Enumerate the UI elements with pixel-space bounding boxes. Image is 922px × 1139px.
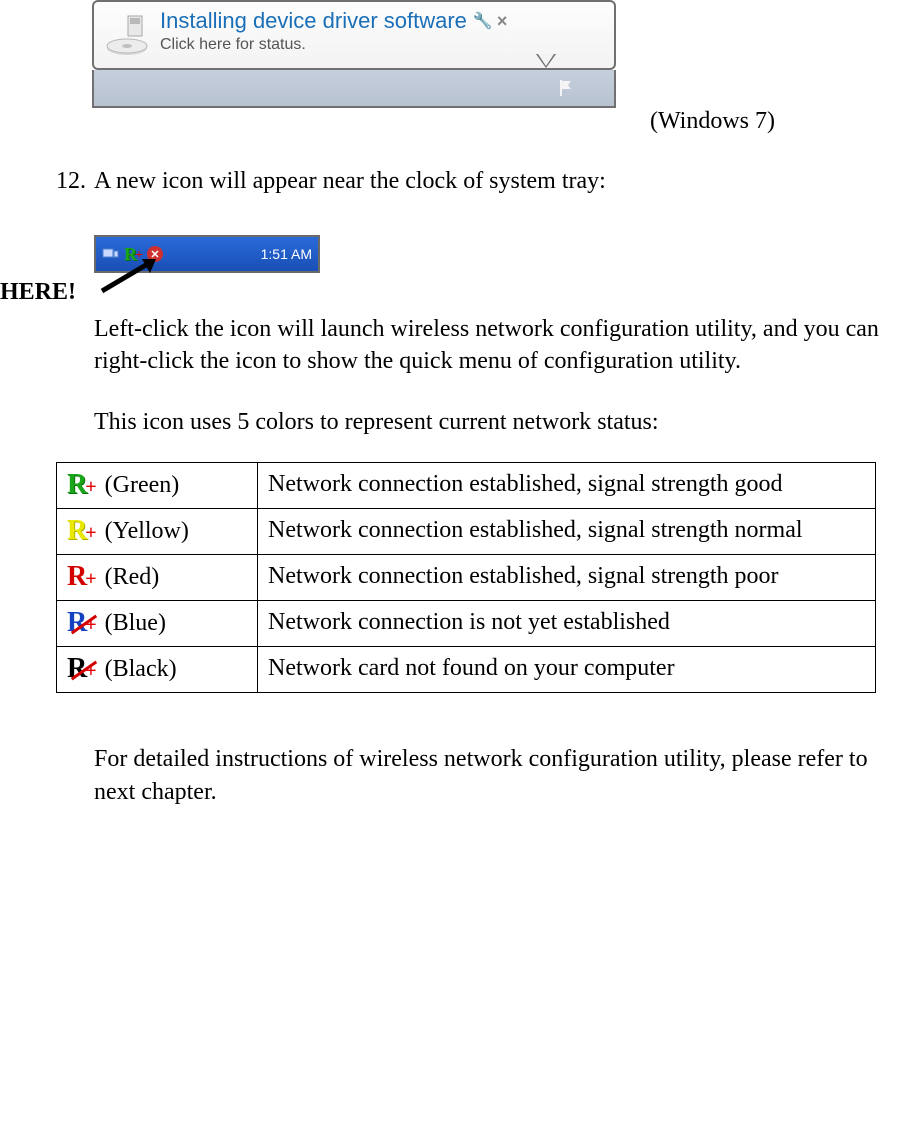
r-plus-blue-icon: R+ (67, 609, 97, 637)
arrow-icon (92, 257, 162, 304)
status-description: Network connection established, signal s… (258, 509, 876, 555)
color-label: (Blue) (105, 610, 166, 637)
here-label: HERE! (0, 279, 76, 306)
footer-paragraph: For detailed instructions of wireless ne… (94, 743, 892, 808)
close-icon: × (497, 11, 508, 32)
cd-install-icon (102, 8, 152, 58)
wrench-icon: 🔧 (473, 11, 493, 31)
color-label: (Red) (105, 564, 160, 591)
here-annotation: HERE! (0, 279, 922, 309)
status-intro: This icon uses 5 colors to represent cur… (94, 406, 892, 438)
color-label: (Green) (105, 472, 180, 499)
r-plus-red-icon: R+ (67, 563, 97, 591)
step-number: 12. (56, 168, 94, 195)
body-paragraph: Left-click the icon will launch wireless… (94, 313, 892, 378)
win7-notification-figure: Installing device driver software 🔧 × Cl… (92, 0, 616, 108)
document-page: Installing device driver software 🔧 × Cl… (0, 0, 922, 848)
table-row: R+ (Blue) Network connection is not yet … (57, 601, 876, 647)
color-label: (Black) (105, 656, 177, 683)
r-plus-yellow-icon: R+ (67, 517, 97, 545)
r-plus-green-icon: R+ (67, 471, 97, 499)
color-label: (Yellow) (105, 518, 189, 545)
tray-clock: 1:51 AM (261, 246, 312, 262)
step-12: 12. A new icon will appear near the cloc… (56, 168, 892, 195)
status-description: Network connection established, signal s… (258, 555, 876, 601)
action-center-flag-icon (558, 78, 574, 105)
balloon-title: Installing device driver software (160, 8, 467, 34)
win7-taskbar-strip (92, 70, 616, 108)
status-description: Network card not found on your computer (258, 647, 876, 693)
step-text: A new icon will appear near the clock of… (94, 168, 892, 195)
balloon-tail (538, 54, 554, 66)
table-row: R+ (Yellow) Network connection establish… (57, 509, 876, 555)
table-row: R+ (Red) Network connection established,… (57, 555, 876, 601)
status-description: Network connection established, signal s… (258, 463, 876, 509)
os-label: (Windows 7) (650, 108, 775, 135)
r-plus-black-icon: R+ (67, 655, 97, 683)
status-description: Network connection is not yet establishe… (258, 601, 876, 647)
table-row: R+ (Black) Network card not found on you… (57, 647, 876, 693)
status-color-table: R+ (Green) Network connection establishe… (56, 462, 876, 693)
balloon-tooltip: Installing device driver software 🔧 × Cl… (92, 0, 616, 70)
balloon-texts: Installing device driver software 🔧 × Cl… (160, 8, 606, 54)
table-row: R+ (Green) Network connection establishe… (57, 463, 876, 509)
balloon-subtitle: Click here for status. (160, 36, 606, 54)
